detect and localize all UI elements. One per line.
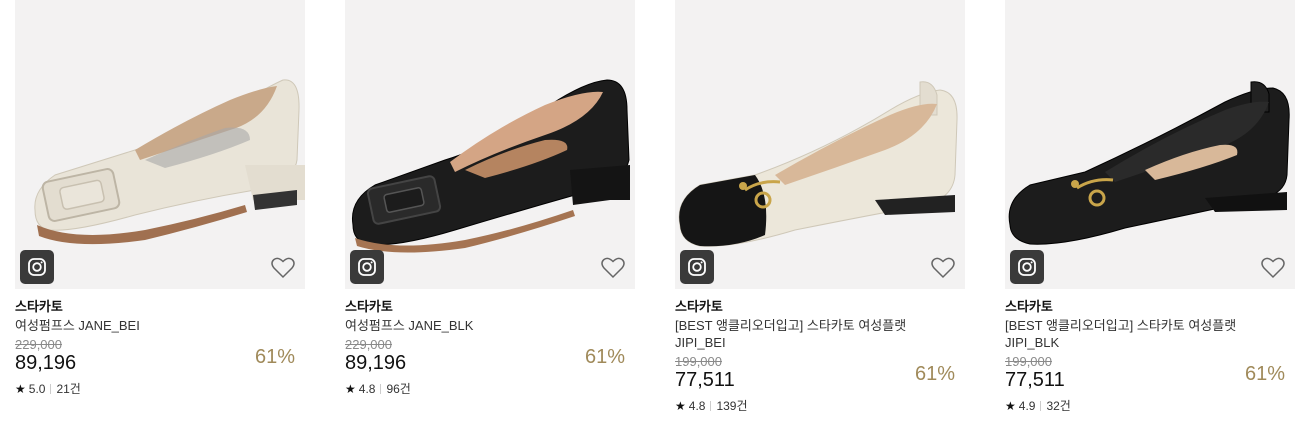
- pump-shoe-beige-image: [34, 79, 305, 245]
- product-card[interactable]: 스타카토 여성펌프스 JANE_BEI 229,000 89,196 61% ★…: [15, 0, 305, 429]
- heart-icon[interactable]: [931, 256, 955, 280]
- product-name[interactable]: [BEST 앵클리오더입고] 스타카토 여성플랫 JIPI_BLK: [1005, 317, 1255, 351]
- heart-icon[interactable]: [601, 256, 625, 280]
- brand-name[interactable]: 스타카토: [1005, 299, 1295, 317]
- divider: [50, 384, 52, 394]
- pump-shoe-black-image: [351, 79, 630, 253]
- flat-shoe-beige-image: [678, 81, 958, 247]
- product-card[interactable]: 스타카토 [BEST 앵클리오더입고] 스타카토 여성플랫 JIPI_BLK 1…: [1005, 0, 1295, 429]
- instagram-icon[interactable]: [680, 250, 714, 284]
- discount-rate: 61%: [584, 346, 625, 368]
- discount-rate: 61%: [1244, 363, 1285, 385]
- discount-rate: 61%: [254, 346, 295, 368]
- brand-name[interactable]: 스타카토: [675, 299, 965, 317]
- discount-rate: 61%: [914, 363, 955, 385]
- product-info: 스타카토 [BEST 앵클리오더입고] 스타카토 여성플랫 JIPI_BLK 1…: [1005, 289, 1295, 429]
- review-count: 139건: [716, 399, 748, 413]
- star-icon: ★: [345, 382, 356, 396]
- product-image[interactable]: [345, 0, 635, 289]
- heart-icon[interactable]: [1261, 256, 1285, 280]
- rating-row: ★ 4.8 139건: [675, 399, 965, 413]
- product-name[interactable]: 여성펌프스 JANE_BLK: [345, 317, 595, 334]
- instagram-icon[interactable]: [1010, 250, 1044, 284]
- rating-row: ★ 4.8 96건: [345, 382, 635, 396]
- product-image[interactable]: [1005, 0, 1295, 289]
- product-image[interactable]: [15, 0, 305, 289]
- rating-value: 4.8: [688, 399, 706, 413]
- rating-value: 4.8: [358, 382, 376, 396]
- rating-row: ★ 5.0 21건: [15, 382, 305, 396]
- review-count: 96건: [386, 382, 411, 396]
- brand-name[interactable]: 스타카토: [15, 299, 305, 317]
- divider: [1040, 401, 1042, 411]
- star-icon: ★: [15, 382, 26, 396]
- star-icon: ★: [675, 399, 686, 413]
- product-info: 스타카토 [BEST 앵클리오더입고] 스타카토 여성플랫 JIPI_BEI 1…: [675, 289, 965, 429]
- rating-row: ★ 4.9 32건: [1005, 399, 1295, 413]
- review-count: 21건: [56, 382, 81, 396]
- product-name[interactable]: 여성펌프스 JANE_BEI: [15, 317, 265, 334]
- product-card[interactable]: 스타카토 여성펌프스 JANE_BLK 229,000 89,196 61% ★…: [345, 0, 635, 429]
- product-info: 스타카토 여성펌프스 JANE_BEI 229,000 89,196 61% ★…: [15, 289, 305, 429]
- star-icon: ★: [1005, 399, 1016, 413]
- heart-icon[interactable]: [271, 256, 295, 280]
- rating-value: 5.0: [28, 382, 46, 396]
- product-name[interactable]: [BEST 앵클리오더입고] 스타카토 여성플랫 JIPI_BEI: [675, 317, 925, 351]
- product-image[interactable]: [675, 0, 965, 289]
- review-count: 32건: [1046, 399, 1071, 413]
- brand-name[interactable]: 스타카토: [345, 299, 635, 317]
- divider: [380, 384, 382, 394]
- instagram-icon[interactable]: [20, 250, 54, 284]
- flat-shoe-black-image: [1008, 81, 1290, 245]
- rating-value: 4.9: [1018, 399, 1036, 413]
- product-card[interactable]: 스타카토 [BEST 앵클리오더입고] 스타카토 여성플랫 JIPI_BEI 1…: [675, 0, 965, 429]
- product-info: 스타카토 여성펌프스 JANE_BLK 229,000 89,196 61% ★…: [345, 289, 635, 429]
- divider: [710, 401, 712, 411]
- instagram-icon[interactable]: [350, 250, 384, 284]
